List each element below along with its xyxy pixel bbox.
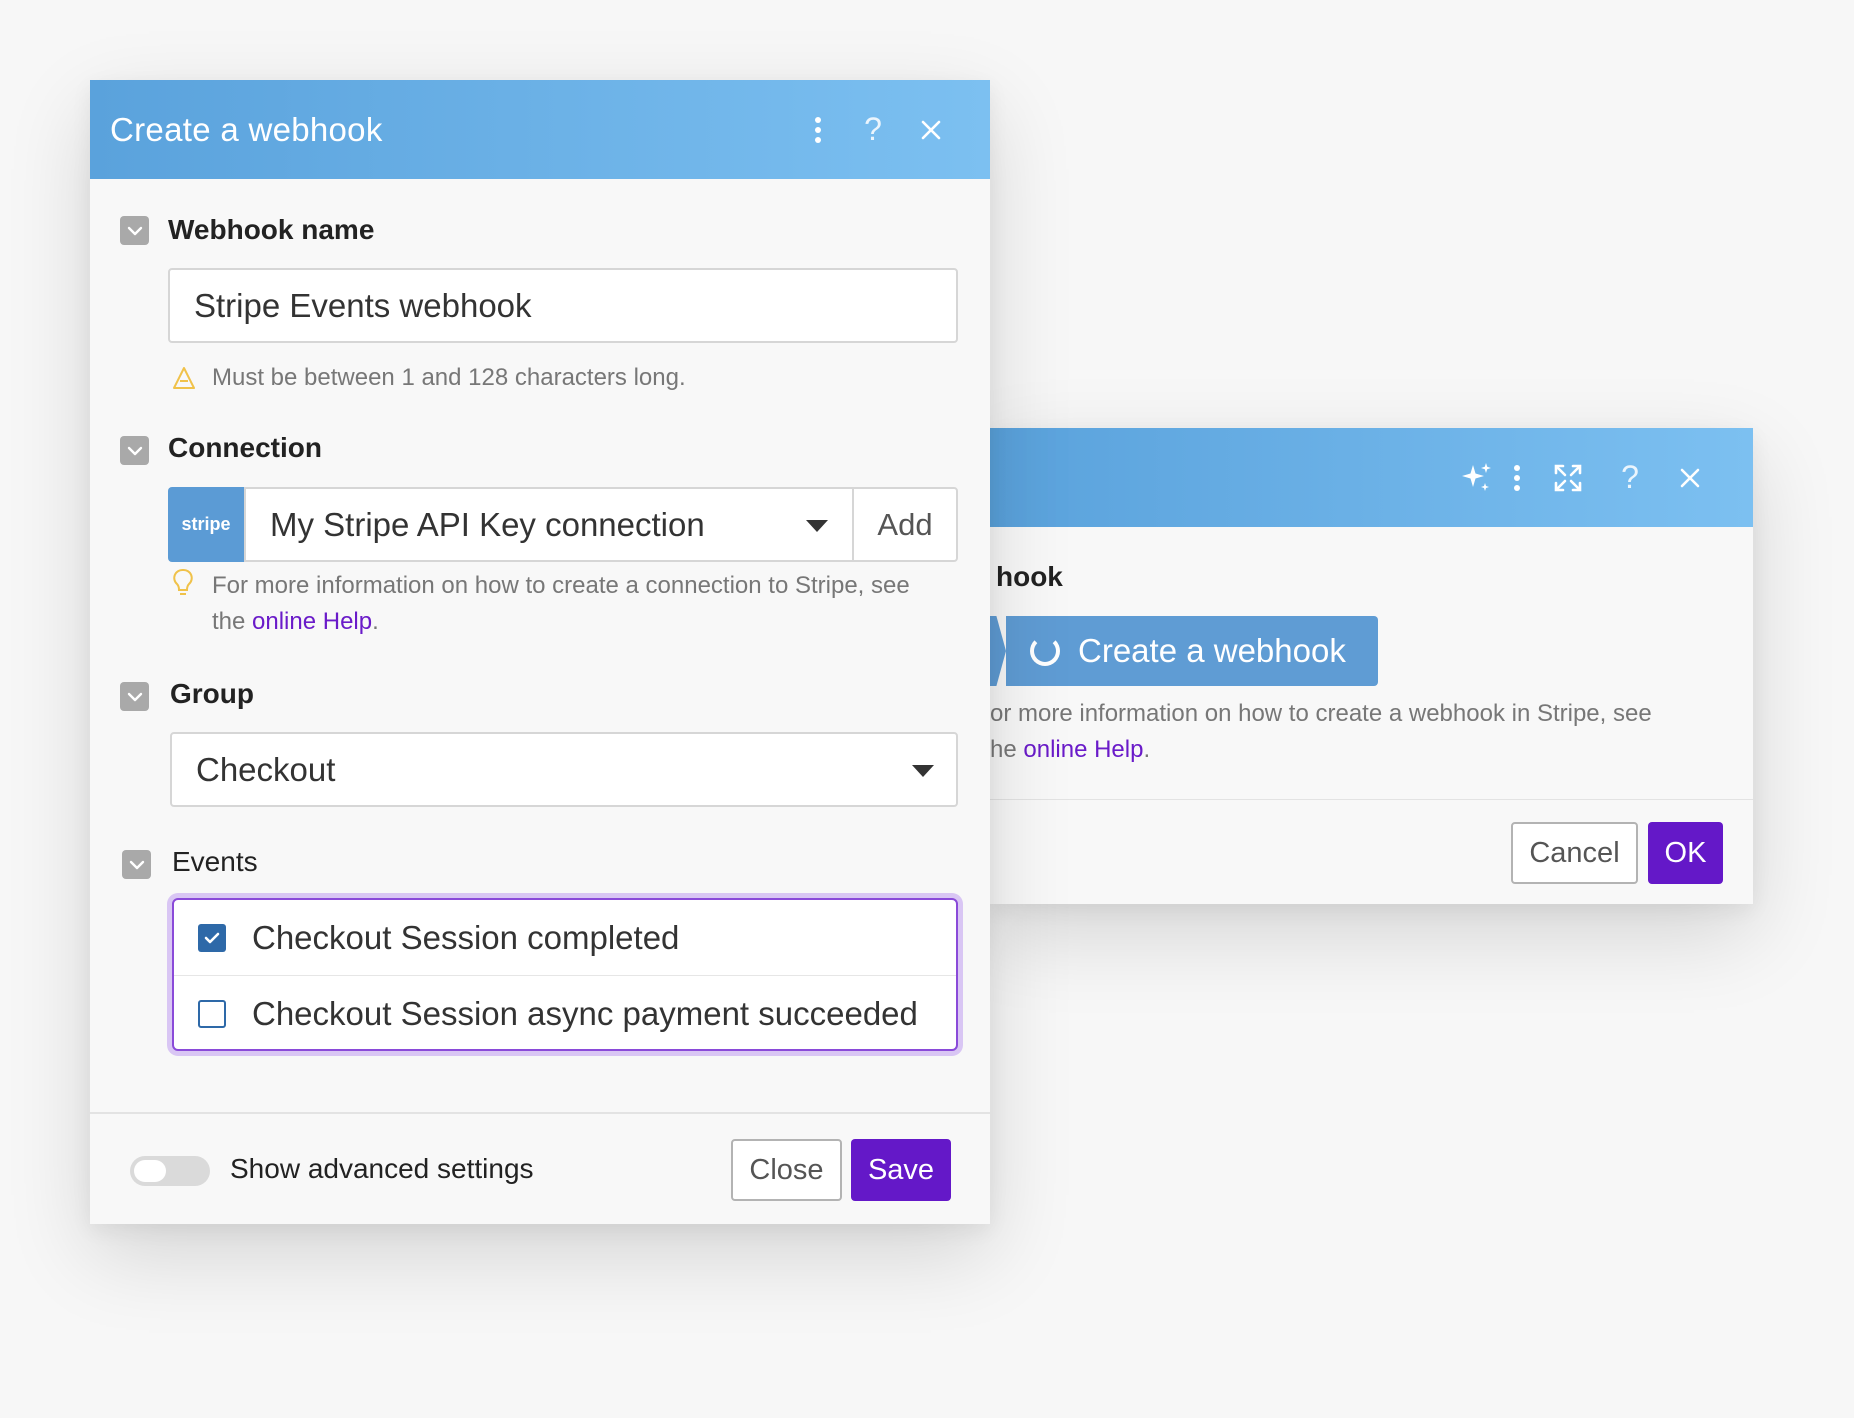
connection-hint-suffix: . xyxy=(372,608,379,635)
webhook-name-hint: Must be between 1 and 128 characters lon… xyxy=(212,364,686,391)
connection-select[interactable]: My Stripe API Key connection xyxy=(244,487,854,562)
back-help-prefix: he xyxy=(990,736,1024,763)
back-help-suffix: . xyxy=(1143,736,1151,763)
stripe-logo: stripe xyxy=(168,487,244,562)
webhook-name-input[interactable]: Stripe Events webhook xyxy=(168,268,958,343)
connection-hint-line1: For more information on how to create a … xyxy=(212,572,910,599)
back-help-text: or more information on how to create a w… xyxy=(990,696,1720,768)
chevron-down-icon xyxy=(127,226,142,235)
front-dialog: Create a webhook ? Webhook name Stripe E… xyxy=(90,80,990,1224)
back-dialog-footer-divider xyxy=(990,799,1753,800)
help-icon[interactable]: ? xyxy=(1599,428,1661,527)
back-online-help-link[interactable]: online Help xyxy=(1023,736,1143,763)
events-list: Checkout Session completed Checkout Sess… xyxy=(172,898,958,1051)
toggle-knob xyxy=(134,1160,166,1182)
event-checkbox-unchecked[interactable] xyxy=(198,999,226,1028)
event-label: Checkout Session async payment succeeded xyxy=(252,994,918,1032)
connection-hint-line2: the online Help. xyxy=(212,604,972,640)
back-dialog-header-icons: ? xyxy=(1457,428,1719,527)
chevron-down-icon xyxy=(129,860,144,869)
warning-icon xyxy=(172,366,196,392)
create-webhook-button[interactable]: Create a webhook xyxy=(1006,616,1378,686)
chevron-down-icon xyxy=(127,446,142,455)
connection-value: My Stripe API Key connection xyxy=(270,505,705,543)
event-checkbox-checked[interactable] xyxy=(198,923,226,952)
group-label: Group xyxy=(170,678,254,709)
event-label: Checkout Session completed xyxy=(252,918,680,956)
group-collapse-toggle[interactable] xyxy=(120,682,149,711)
event-item-checkout-session-async-payment-succeeded[interactable]: Checkout Session async payment succeeded xyxy=(174,976,956,1051)
group-select[interactable]: Checkout xyxy=(170,732,958,807)
webhook-name-value: Stripe Events webhook xyxy=(194,286,532,324)
chevron-down-icon xyxy=(127,692,142,701)
help-icon[interactable]: ? xyxy=(844,80,902,179)
save-button[interactable]: Save xyxy=(851,1139,951,1201)
webhook-name-collapse-toggle[interactable] xyxy=(120,216,149,245)
front-dialog-header: Create a webhook ? xyxy=(90,80,990,179)
group-value: Checkout xyxy=(196,750,336,788)
spinner-icon xyxy=(1030,636,1060,666)
advanced-settings-label: Show advanced settings xyxy=(230,1153,534,1184)
more-vertical-icon[interactable] xyxy=(1497,428,1537,527)
ok-button[interactable]: OK xyxy=(1648,822,1723,884)
back-dialog-header: ? xyxy=(990,428,1753,527)
advanced-settings-toggle[interactable] xyxy=(130,1156,210,1186)
close-button[interactable]: Close xyxy=(731,1139,842,1201)
back-section-label: hook xyxy=(996,561,1063,592)
sparkles-icon[interactable] xyxy=(1457,428,1497,527)
connection-label: Connection xyxy=(168,432,322,463)
connection-hint-prefix: the xyxy=(212,608,253,635)
events-label: Events xyxy=(172,846,258,877)
event-item-checkout-session-completed[interactable]: Checkout Session completed xyxy=(174,900,956,975)
connection-collapse-toggle[interactable] xyxy=(120,436,149,465)
front-dialog-header-icons: ? xyxy=(792,80,960,179)
events-collapse-toggle[interactable] xyxy=(122,850,151,879)
close-icon[interactable] xyxy=(902,80,960,179)
dialog-title: Create a webhook xyxy=(110,111,383,148)
connection-hint: For more information on how to create a … xyxy=(212,568,972,640)
more-vertical-icon[interactable] xyxy=(792,80,844,179)
expand-icon[interactable] xyxy=(1537,428,1599,527)
online-help-link[interactable]: online Help xyxy=(252,608,372,635)
add-connection-button[interactable]: Add xyxy=(852,487,958,562)
lightbulb-icon xyxy=(172,568,196,598)
cancel-button[interactable]: Cancel xyxy=(1511,822,1638,884)
chevron-down-icon xyxy=(912,765,934,777)
webhook-name-label: Webhook name xyxy=(168,214,375,245)
close-icon[interactable] xyxy=(1661,428,1719,527)
back-help-line2: he online Help. xyxy=(990,732,1720,768)
front-dialog-footer-divider xyxy=(90,1112,990,1114)
back-help-line1: or more information on how to create a w… xyxy=(990,700,1652,727)
check-icon xyxy=(204,932,220,943)
chevron-down-icon xyxy=(806,520,828,532)
create-webhook-button-label: Create a webhook xyxy=(1078,632,1346,669)
